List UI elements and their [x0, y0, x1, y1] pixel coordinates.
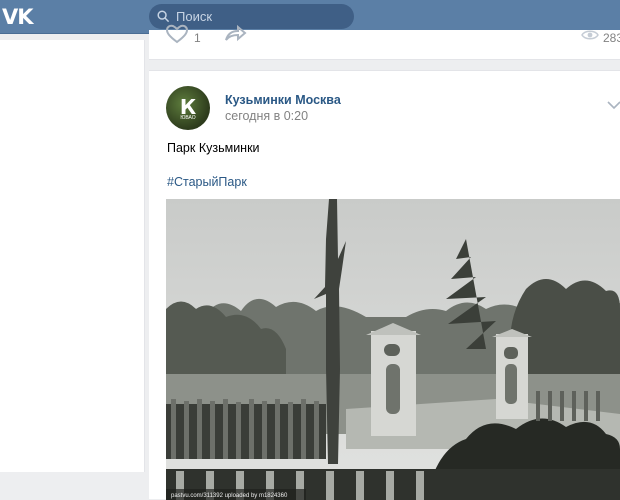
post-photo[interactable]: pastvu.com/311392 uploaded by m1824360 [166, 199, 620, 500]
left-sidebar-panel [0, 40, 145, 472]
top-header-bar: VK [0, 0, 620, 34]
post-author-link[interactable]: Кузьминки Москва [225, 93, 341, 107]
like-icon[interactable] [165, 24, 189, 49]
view-count: 283 [603, 31, 620, 45]
post-text: Парк Кузьминки [167, 141, 260, 155]
search-icon [157, 10, 170, 23]
share-icon[interactable] [223, 24, 247, 49]
avatar-subtext: ЮВАО [180, 115, 196, 121]
chevron-down-icon[interactable] [607, 97, 620, 115]
views-icon [581, 28, 599, 46]
photo-credit: pastvu.com/311392 uploaded by m1824360 [171, 493, 288, 499]
like-count: 1 [194, 31, 201, 45]
previous-post-footer: 1 283 [149, 24, 620, 60]
community-avatar[interactable]: К ЮВАО [166, 86, 210, 130]
post-card: К ЮВАО Кузьминки Москва сегодня в 0:20 П… [149, 70, 620, 500]
search-input[interactable] [176, 9, 346, 24]
vk-logo[interactable]: VK [2, 5, 34, 29]
hashtag-link[interactable]: #СтарыйПарк [167, 175, 247, 189]
post-timestamp[interactable]: сегодня в 0:20 [225, 109, 308, 123]
